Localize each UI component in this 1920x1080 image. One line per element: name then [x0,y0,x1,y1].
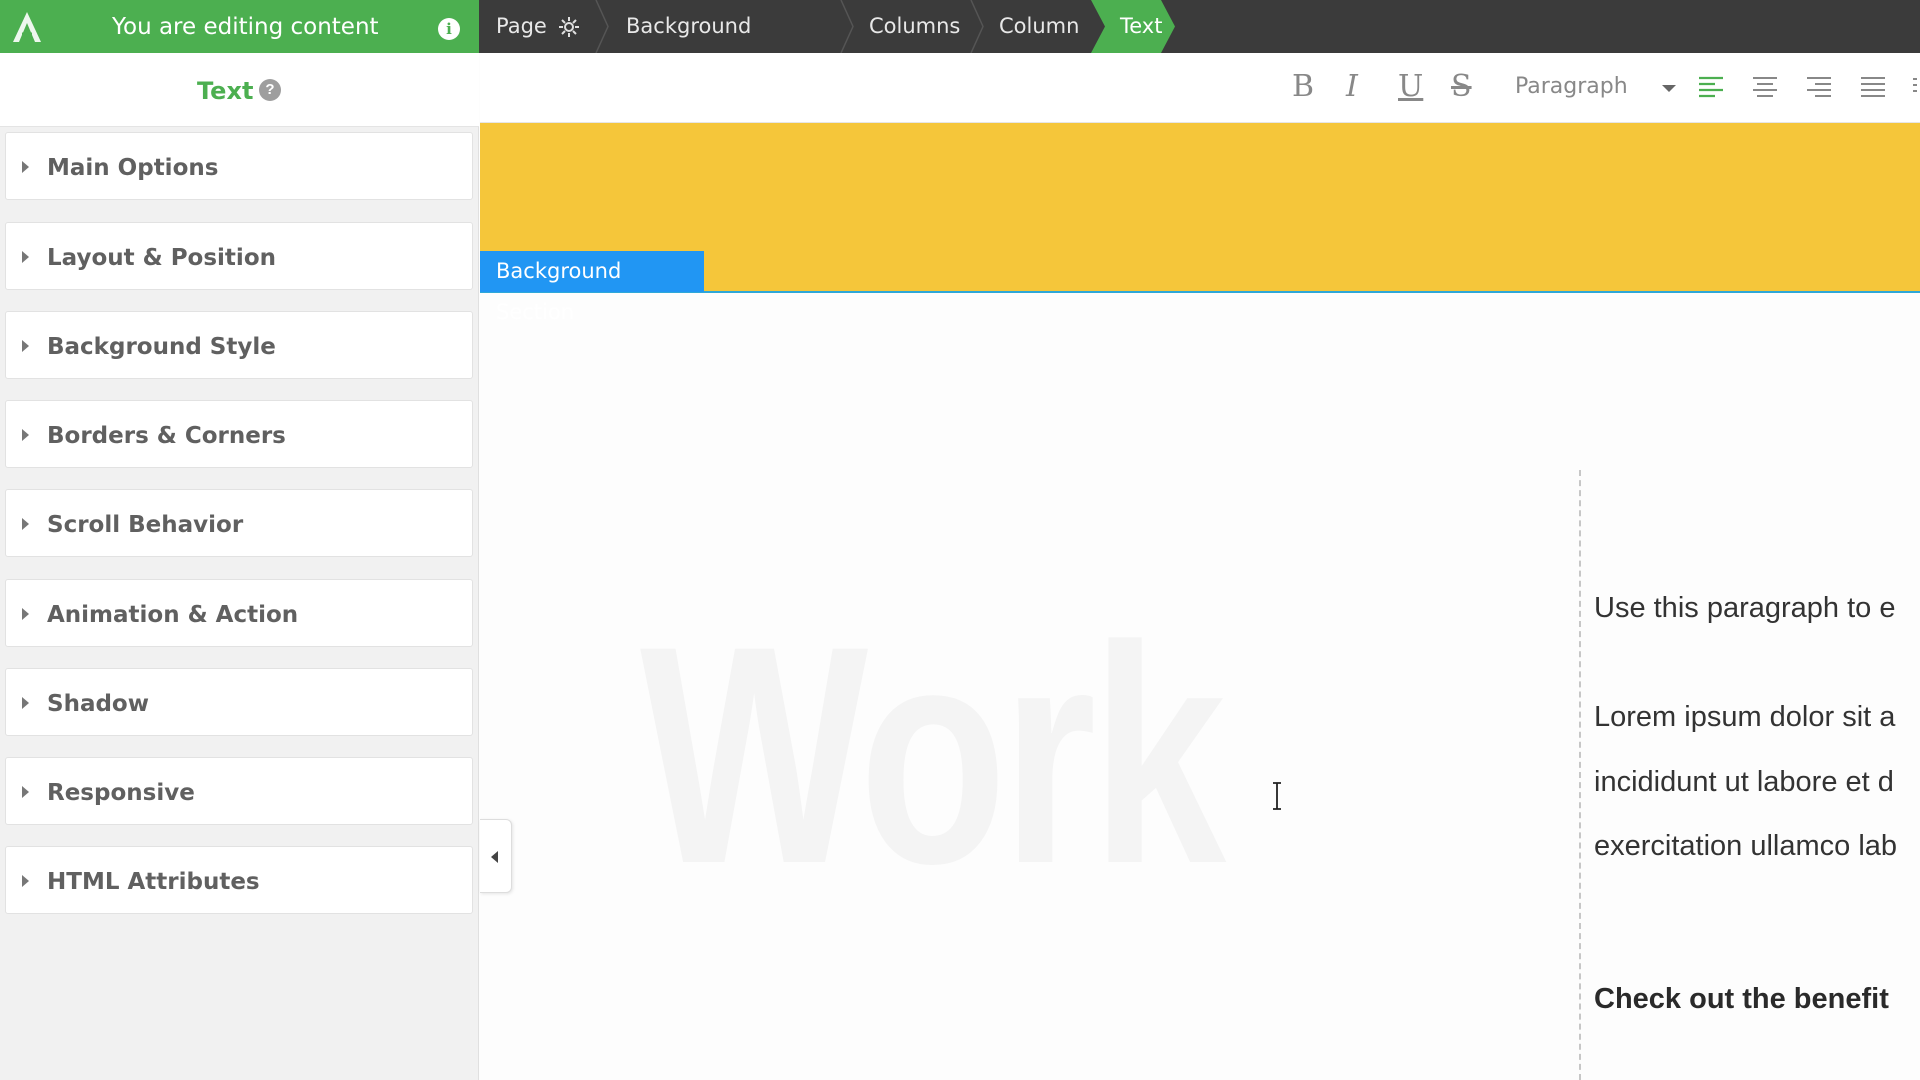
section-label: Layout & Position [47,245,276,271]
caret-right-icon [22,161,29,173]
text-toolbar: B I U S Paragraph [480,53,1920,123]
strikethrough-button[interactable]: S [1451,69,1472,104]
background-section-tag[interactable]: Background Section [480,251,704,324]
section-html-attributes[interactable]: HTML Attributes [5,846,473,914]
breadcrumb-separator-icon [970,0,984,53]
section-shadow[interactable]: Shadow [5,668,473,736]
caret-right-icon [22,608,29,620]
editing-label: You are editing content [112,14,379,40]
breadcrumb-label: Column [999,14,1080,38]
underline-button[interactable]: U [1398,69,1423,104]
benefits-heading[interactable]: Check out the benefit [1594,983,1920,1016]
section-layout-position[interactable]: Layout & Position [5,222,473,290]
editing-banner: You are editing content i [0,0,479,53]
caret-right-icon [22,429,29,441]
settings-panel: Text ? Main Options Layout & Position Ba… [0,53,479,1080]
breadcrumb-separator-icon [595,0,609,53]
section-background-style[interactable]: Background Style [5,311,473,379]
section-label: Background Style [47,334,276,360]
align-right-icon[interactable] [1805,73,1833,101]
section-main-options[interactable]: Main Options [5,132,473,200]
section-animation-action[interactable]: Animation & Action [5,579,473,647]
caret-right-icon [22,340,29,352]
paragraph-line[interactable]: exercitation ullamco lab [1594,830,1920,863]
breadcrumb-separator-icon [840,0,854,53]
logo-icon[interactable] [8,8,46,46]
section-label: Scroll Behavior [47,512,244,538]
format-select[interactable]: Paragraph [1515,74,1628,99]
top-bar: You are editing content i Page Backgroun… [0,0,1920,91]
chevron-down-icon[interactable] [1662,85,1676,92]
caret-right-icon [22,697,29,709]
caret-right-icon [22,518,29,530]
caret-left-icon [491,851,498,863]
info-icon[interactable]: i [438,18,460,40]
section-borders-corners[interactable]: Borders & Corners [5,400,473,468]
caret-right-icon [22,786,29,798]
panel-header: Text ? [0,53,479,127]
help-icon[interactable]: ? [259,79,281,101]
section-label: Animation & Action [47,602,299,628]
list-icon[interactable] [1910,73,1920,101]
section-responsive[interactable]: Responsive [5,757,473,825]
section-label: Shadow [47,691,149,717]
section-label: HTML Attributes [47,869,260,895]
section-label: Borders & Corners [47,423,286,449]
breadcrumb-label: Columns [869,14,961,38]
bold-button[interactable]: B [1292,69,1314,104]
breadcrumb-page[interactable]: Page [496,0,547,53]
text-cursor-icon [1273,782,1281,810]
paragraph-intro[interactable]: Use this paragraph to e [1594,592,1920,625]
align-left-icon[interactable] [1697,73,1725,101]
breadcrumb-label: Text [1120,14,1163,38]
align-center-icon[interactable] [1751,73,1779,101]
paragraph-line[interactable]: incididunt ut labore et d [1594,766,1920,799]
panel-title: Text [197,77,254,105]
breadcrumb-column[interactable]: Column [999,0,1079,53]
caret-right-icon [22,875,29,887]
breadcrumb-background-section[interactable]: Background Section [626,0,751,91]
caret-right-icon [22,251,29,263]
align-justify-icon[interactable] [1859,73,1887,101]
breadcrumb-label: Page [496,14,547,38]
section-scroll-behavior[interactable]: Scroll Behavior [5,489,473,557]
column-divider [1579,470,1581,1080]
collapse-panel-button[interactable] [480,819,512,893]
breadcrumb-text[interactable]: Text [1120,0,1162,53]
paragraph-line[interactable]: Lorem ipsum dolor sit a [1594,701,1920,734]
section-label: Responsive [47,780,195,806]
background-word: Work [640,581,1226,928]
italic-button[interactable]: I [1346,69,1358,104]
breadcrumb-columns[interactable]: Columns [869,0,960,53]
gear-icon[interactable] [557,15,581,39]
section-label: Main Options [47,155,219,181]
